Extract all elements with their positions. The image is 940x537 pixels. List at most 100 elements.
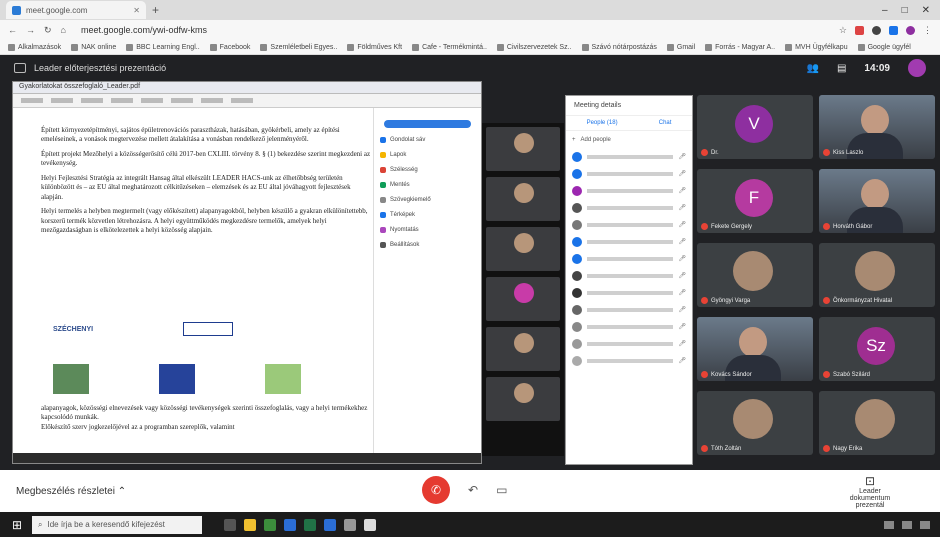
profile-avatar[interactable] [906,25,915,35]
participant-row[interactable]: 🎤︎ [566,318,692,335]
participant-tile[interactable]: Gyöngyi Varga [697,243,813,307]
network-icon[interactable] [884,520,894,529]
presenting-indicator[interactable]: ⊡ Leader dokumentum prezentál [840,474,900,509]
participant-tile[interactable]: F Fekete Gergely [697,169,813,233]
bookmark-item[interactable]: NAK online [71,43,116,51]
new-tab-icon[interactable]: + [152,3,159,17]
menu-icon[interactable]: ⋮ [923,25,932,36]
participant-row[interactable]: 🎤︎ [566,267,692,284]
people-icon[interactable]: 👥 [807,63,819,74]
participant-row[interactable]: 🎤︎ [566,216,692,233]
mic-icon[interactable]: 🎤︎ [678,153,686,160]
participant-row[interactable]: 🎤︎ [566,250,692,267]
mic-icon[interactable]: 🎤︎ [678,204,686,211]
url-field[interactable]: meet.google.com/ywi-odfw-kms [81,25,207,35]
participant-tile[interactable] [486,377,560,421]
participant-tile[interactable] [486,227,560,271]
windows-start-icon[interactable]: ⊞ [8,516,26,534]
meeting-details-button[interactable]: Megbeszélés részletei ⌃ [16,486,126,497]
volume-icon[interactable] [902,520,912,529]
participant-tile[interactable]: Sz Szabó Szilárd [819,317,935,381]
taskbar-search[interactable]: ⌕ Ide írja be a keresendő kifejezést [32,515,202,534]
bookmark-item[interactable]: Földműves Kft [347,43,402,51]
back-icon[interactable]: ← [8,25,17,35]
bookmark-item[interactable]: Alkalmazások [8,43,61,51]
mic-icon[interactable]: 🎤︎ [678,306,686,313]
participant-row[interactable]: 🎤︎ [566,352,692,369]
panel-item[interactable]: Beállítások [380,239,475,251]
bookmark-item[interactable]: Forrás - Magyar A.. [705,43,775,51]
bookmark-item[interactable]: Szemléletbeli Egyes.. [260,43,337,51]
panel-item[interactable]: Térképek [380,209,475,221]
mic-icon[interactable]: 🎤︎ [678,340,686,347]
extension-icon[interactable] [855,25,864,35]
extension-icon[interactable] [872,25,881,35]
bookmark-item[interactable]: Szávó nótárpostázás [581,43,657,51]
participant-tile[interactable]: Tóth Zoltán [697,391,813,455]
camera-icon[interactable]: ▭ [496,483,507,497]
outlook-icon[interactable] [324,518,336,531]
minimize-icon[interactable]: – [882,5,888,16]
close-window-icon[interactable]: ✕ [922,5,930,16]
panel-button[interactable] [384,120,471,128]
participant-tile[interactable] [486,127,560,171]
mic-icon[interactable]: 🎤︎ [678,187,686,194]
participant-row[interactable]: 🎤︎ [566,301,692,318]
mic-icon[interactable]: 🎤︎ [678,221,686,228]
participant-tile[interactable]: Önkormányzat Hivatal [819,243,935,307]
participant-row[interactable]: 🎤︎ [566,233,692,250]
panel-item[interactable]: Gondolat sáv [380,134,475,146]
mic-icon[interactable]: 🎤︎ [678,357,686,364]
chrome-icon[interactable] [264,518,276,531]
participant-row[interactable]: 🎤︎ [566,148,692,165]
bookmark-item[interactable]: Cafe - Termékmintá.. [412,43,487,51]
panel-item[interactable]: Mentés [380,179,475,191]
mic-icon[interactable]: 🎤︎ [678,272,686,279]
excel-icon[interactable] [304,518,316,531]
participant-tile[interactable]: Kiss Laszlo [819,95,935,159]
word-icon[interactable] [284,518,296,531]
bookmark-item[interactable]: Facebook [209,43,250,51]
mic-icon[interactable]: 🎤︎ [678,238,686,245]
participant-tile[interactable]: Horváth Gábor [819,169,935,233]
participant-row[interactable]: 🎤︎ [566,165,692,182]
mic-icon[interactable]: 🎤︎ [678,323,686,330]
file-explorer-icon[interactable] [244,518,256,531]
participant-tile[interactable] [486,327,560,371]
tab-chat[interactable]: Chat [659,120,672,126]
participant-row[interactable]: 🎤︎ [566,284,692,301]
forward-icon[interactable]: → [26,25,35,35]
end-call-button[interactable]: ✆ [422,476,450,504]
microphone-icon[interactable]: ↶ [468,483,478,497]
user-avatar[interactable] [908,59,926,77]
participant-row[interactable]: 🎤︎ [566,199,692,216]
reload-icon[interactable]: ↻ [44,25,52,36]
extension-icon[interactable] [889,25,898,35]
add-people-button[interactable]: + Add people [566,131,692,148]
clock-tray[interactable] [920,520,930,529]
bookmark-item[interactable]: BBC Learning Engl.. [126,43,200,51]
participant-tile[interactable] [486,277,560,321]
participant-tile[interactable]: Nagy Erika [819,391,935,455]
panel-item[interactable]: Lapok [380,149,475,161]
star-icon[interactable]: ☆ [839,25,847,36]
close-tab-icon[interactable]: ✕ [133,6,140,15]
bookmark-item[interactable]: MVH Ügyfélkapu [785,43,848,51]
participant-tile[interactable]: Kovács Sándor [697,317,813,381]
participant-tile[interactable]: V Dr. [697,95,813,159]
participant-row[interactable]: 🎤︎ [566,182,692,199]
maximize-icon[interactable]: □ [902,5,908,16]
panel-item[interactable]: Szövegkiemelő [380,194,475,206]
app-icon[interactable] [344,518,356,531]
mic-icon[interactable]: 🎤︎ [678,170,686,177]
panel-item[interactable]: Nyomtatás [380,224,475,236]
participant-tile[interactable] [486,177,560,221]
browser-tab[interactable]: meet.google.com ✕ [6,1,146,19]
home-icon[interactable]: ⌂ [61,25,66,35]
chat-icon[interactable]: ▤ [837,63,846,74]
bookmark-item[interactable]: Civilszervezetek Sz.. [496,43,572,51]
bookmark-item[interactable]: Gmail [666,43,695,51]
bookmark-item[interactable]: Google ügyfél [857,43,911,51]
mic-icon[interactable]: 🎤︎ [678,289,686,296]
participant-row[interactable]: 🎤︎ [566,335,692,352]
